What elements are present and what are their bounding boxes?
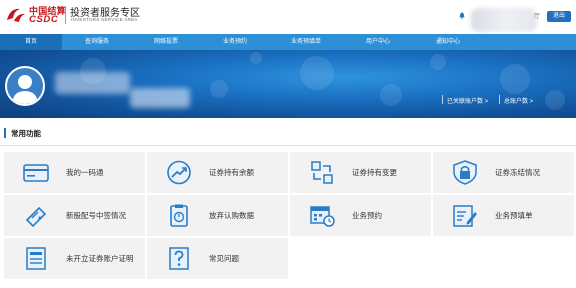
bokeh-decoration — [300, 56, 334, 90]
lock-shield-icon — [453, 160, 477, 185]
bokeh-decoration — [430, 54, 446, 70]
certificate-icon — [26, 247, 46, 270]
function-label: 业务预填单 — [495, 211, 533, 220]
nav-item-appointment[interactable]: 业务预约 — [200, 34, 270, 50]
nav-item-home[interactable]: 首页 — [0, 34, 62, 50]
calendar-clock-icon — [310, 206, 335, 227]
form-edit-icon — [453, 205, 477, 227]
section-marker — [4, 128, 6, 138]
function-my-code-tile[interactable]: 我的一码通 — [4, 152, 145, 193]
avatar[interactable] — [5, 66, 45, 106]
top-header: 中国结算 CSDC 投资者服务专区 INVESTORS SERVICE AREA… — [0, 0, 576, 34]
nav-item-query[interactable]: 查询服务 — [62, 34, 132, 50]
function-label: 证券冻结情况 — [495, 168, 540, 177]
question-icon — [169, 247, 189, 270]
function-label: 业务预约 — [352, 211, 382, 220]
account-divider — [442, 95, 443, 104]
bokeh-decoration — [545, 90, 565, 110]
function-label: 放弃认购数据 — [209, 211, 254, 220]
function-label: 证券持有变更 — [352, 168, 397, 177]
zone-subtitle: INVESTORS SERVICE AREA — [71, 17, 138, 22]
nav-item-prefill[interactable]: 业务预填单 — [270, 34, 342, 50]
csdc-logo-icon[interactable] — [4, 5, 28, 25]
bokeh-decoration — [250, 52, 262, 64]
total-accounts-link[interactable]: 总账户数 > — [504, 96, 533, 105]
nav-item-notice-center[interactable]: 通知中心 — [414, 34, 482, 50]
user-name-blurred[interactable] — [471, 8, 537, 32]
ticket-icon — [25, 206, 47, 228]
function-abandon-subscription-tile[interactable]: 放弃认购数据 — [147, 195, 288, 236]
nav-item-user-center[interactable]: 用户中心 — [342, 34, 414, 50]
account-divider — [499, 95, 500, 104]
logout-button[interactable]: 退出 — [547, 11, 571, 22]
function-no-account-certificate-tile[interactable]: 未开立证券账户证明 — [4, 238, 145, 279]
card-icon — [23, 164, 49, 182]
section-title: 常用功能 — [11, 129, 41, 138]
function-label: 证券持有余额 — [209, 168, 254, 177]
clipboard-icon — [170, 204, 188, 227]
function-label: 我的一码通 — [66, 168, 104, 177]
nav-item-voting[interactable]: 网络投票 — [132, 34, 200, 50]
swap-icon — [311, 161, 333, 184]
user-name-blurred — [55, 72, 130, 94]
user-id-blurred — [130, 88, 190, 108]
function-prefill-form-tile[interactable]: 业务预填单 — [433, 195, 574, 236]
bell-icon[interactable] — [459, 12, 465, 19]
linked-accounts-link[interactable]: 已关联账户数 > — [447, 96, 488, 105]
bokeh-decoration — [500, 64, 530, 94]
function-holding-change-tile[interactable]: 证券持有变更 — [290, 152, 431, 193]
bokeh-decoration — [210, 80, 228, 98]
section-divider — [0, 145, 576, 146]
user-silhouette-icon — [12, 75, 38, 104]
logo-text-en: CSDC — [29, 14, 59, 25]
function-holding-balance-tile[interactable]: 证券持有余额 — [147, 152, 288, 193]
function-label: 未开立证券账户证明 — [66, 254, 134, 263]
bokeh-decoration — [380, 84, 402, 106]
function-faq-tile[interactable]: 常见问题 — [147, 238, 288, 279]
user-banner: 已关联账户数 > 总账户数 > — [0, 50, 576, 118]
function-ipo-allotment-tile[interactable]: 新股配号中签情况 — [4, 195, 145, 236]
logo-divider — [65, 6, 66, 24]
trend-chart-icon — [167, 160, 191, 185]
function-freeze-status-tile[interactable]: 证券冻结情况 — [433, 152, 574, 193]
main-nav: 首页 查询服务 网络投票 业务预约 业务预填单 用户中心 通知中心 — [0, 34, 576, 50]
function-label: 新股配号中签情况 — [66, 211, 126, 220]
user-name-tail: 厅 — [534, 14, 541, 20]
function-label: 常见问题 — [209, 254, 239, 263]
function-appointment-tile[interactable]: 业务预约 — [290, 195, 431, 236]
